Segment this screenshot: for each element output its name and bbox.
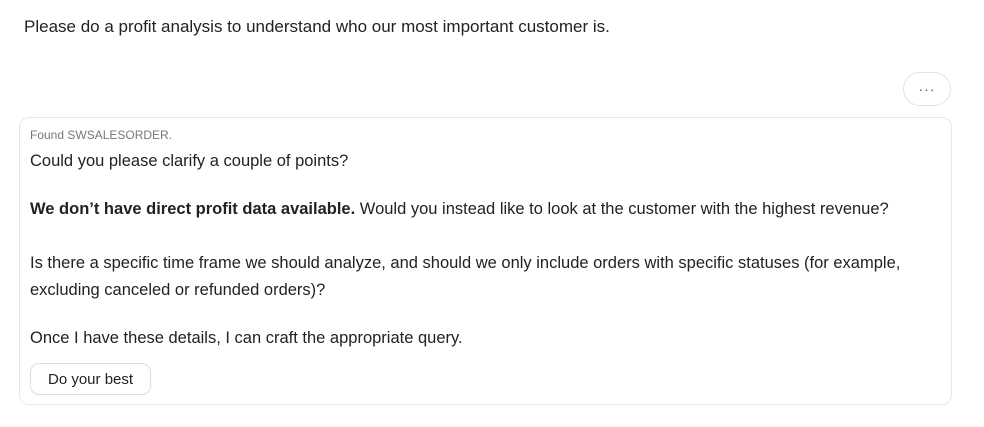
user-message: Please do a profit analysis to understan…: [24, 17, 610, 36]
point-1-rest: Would you instead like to look at the cu…: [355, 200, 889, 218]
point-1-bold: We don’t have direct profit data availab…: [30, 200, 356, 218]
more-options-button[interactable]: ···: [903, 72, 951, 106]
do-your-best-button[interactable]: Do your best: [30, 363, 152, 395]
closing-text: Once I have these details, I can craft t…: [30, 329, 463, 347]
point-2: Is there a specific time frame we should…: [30, 254, 901, 299]
intro-text: Could you please clarify a couple of poi…: [30, 152, 349, 170]
assistant-response-card: Found SWSALESORDER. Could you please cla…: [19, 117, 952, 405]
status-text: Found SWSALESORDER.: [30, 128, 173, 142]
point-1: We don’t have direct profit data availab…: [30, 196, 930, 223]
